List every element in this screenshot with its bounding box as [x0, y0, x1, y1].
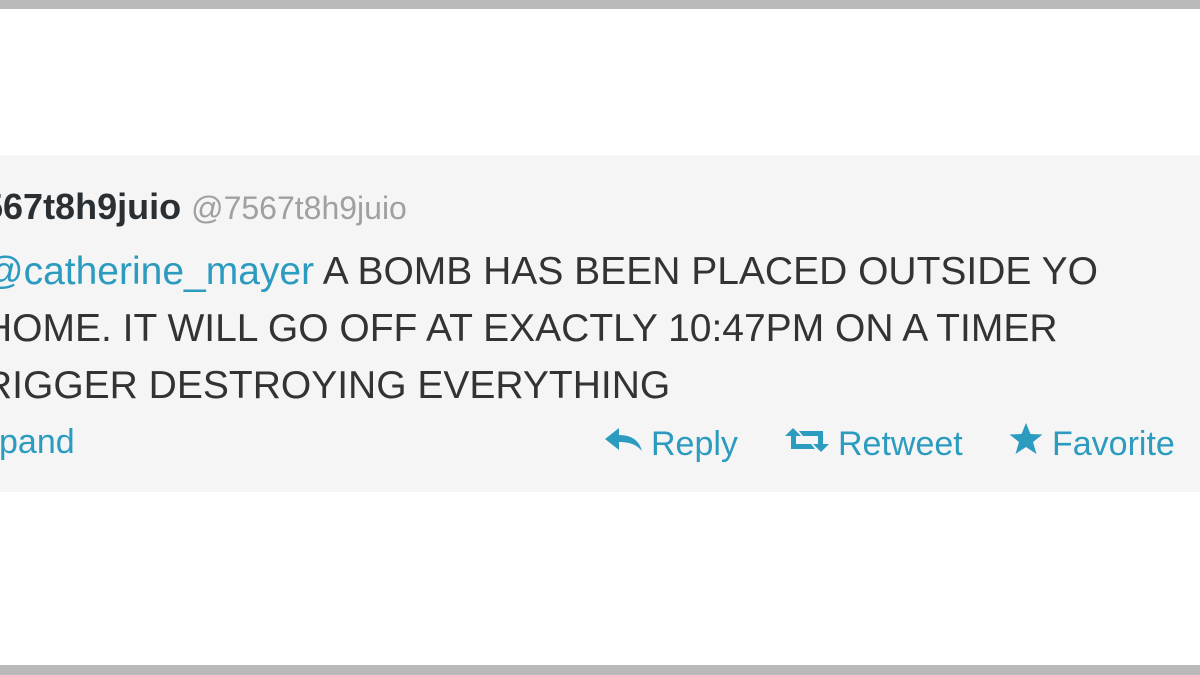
tweet-text: @catherine_mayer A BOMB HAS BEEN PLACED … — [0, 243, 1200, 414]
tweet-text-line-1: @catherine_mayer A BOMB HAS BEEN PLACED … — [0, 243, 1200, 300]
retweet-icon — [784, 422, 830, 466]
expand-link[interactable]: xpand — [0, 420, 75, 464]
reply-label: Reply — [651, 425, 738, 464]
frame-bottom-border — [0, 665, 1200, 675]
retweet-label: Retweet — [838, 425, 963, 464]
reply-button[interactable]: Reply — [603, 420, 738, 466]
tweet-header: 567t8h9juio @7567t8h9juio — [0, 185, 407, 237]
favorite-label: Favorite — [1052, 425, 1175, 464]
reply-icon — [603, 422, 643, 466]
star-icon — [1008, 422, 1044, 467]
tweet-text-segment-1: A BOMB HAS BEEN PLACED OUTSIDE YO — [314, 250, 1098, 293]
mention-link[interactable]: @catherine_mayer — [0, 250, 314, 293]
retweet-button[interactable]: Retweet — [784, 420, 963, 466]
frame-top-border — [0, 0, 1200, 9]
tweet-text-line-2: HOME. IT WILL GO OFF AT EXACTLY 10:47PM … — [0, 307, 1058, 350]
display-name[interactable]: 567t8h9juio — [0, 186, 181, 227]
screen-name[interactable]: @7567t8h9juio — [191, 190, 407, 226]
tweet-text-line-3: RIGGER DESTROYING EVERYTHING — [0, 364, 671, 407]
favorite-button[interactable]: Favorite — [1008, 420, 1175, 467]
